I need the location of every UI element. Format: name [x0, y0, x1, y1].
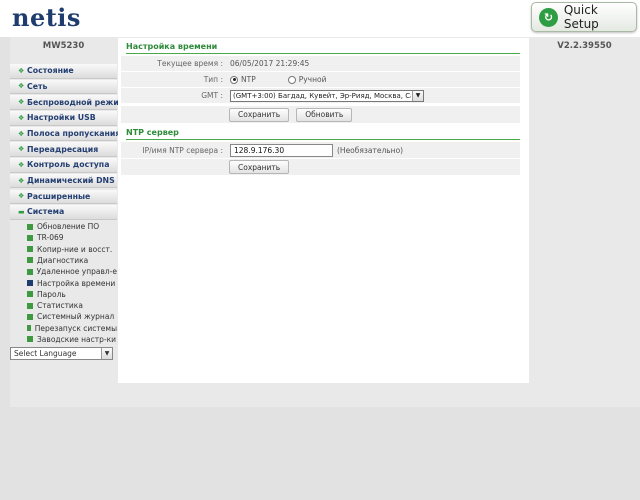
plus-icon: ❖: [18, 145, 25, 154]
subitem-statistics[interactable]: Статистика: [10, 300, 117, 311]
bullet-icon: [27, 291, 33, 298]
chevron-down-icon: ▼: [412, 90, 423, 101]
sidebar-item-status[interactable]: ❖ Состояние: [10, 64, 117, 79]
type-label: Тип :: [203, 75, 223, 84]
plus-icon: ❖: [18, 176, 25, 185]
model-name: MW5230: [42, 41, 85, 51]
plus-icon: ❖: [18, 129, 25, 138]
sidebar-item-system[interactable]: ▬ Система: [10, 205, 117, 220]
sidebar-item-wireless[interactable]: ❖ Беспроводной режим: [10, 95, 125, 110]
current-time-value: 06/05/2017 21:29:45: [230, 59, 310, 68]
plus-icon: ❖: [18, 82, 25, 91]
sidebar-item-network[interactable]: ❖ Сеть: [10, 79, 117, 95]
ntp-server-row: IP/имя NTP сервера : (Необязательно): [121, 142, 520, 159]
firmware-version: V2.2.39550: [557, 41, 612, 51]
current-time-label: Текущее время :: [157, 59, 223, 68]
sidebar: ❖ Состояние ❖ Сеть ❖ Беспроводной режим ❖ На…: [10, 64, 125, 361]
type-manual-radio[interactable]: [287, 75, 296, 84]
ntp-server-label: IP/имя NTP сервера :: [142, 145, 223, 155]
active-bullet-icon: [27, 280, 33, 286]
plus-icon: ❖: [18, 192, 25, 201]
gmt-label: GMT :: [201, 91, 223, 100]
subitem-factory-defaults[interactable]: Заводские настр-ки: [10, 334, 117, 345]
time-save-button[interactable]: Сохранить: [229, 107, 290, 122]
bullet-icon: [27, 325, 31, 332]
subitem-password[interactable]: Пароль: [10, 289, 117, 300]
sidebar-item-forwarding[interactable]: ❖ Переадресация: [10, 142, 117, 157]
top-bar: netis ↻ Quick Setup: [0, 0, 640, 37]
bullet-icon: [27, 257, 33, 264]
plus-icon: ❖: [18, 98, 25, 107]
type-ntp-label: NTP: [241, 75, 256, 84]
subitem-diagnostics[interactable]: Диагностика: [10, 255, 117, 266]
time-buttons-row: Сохранить Обновить: [121, 106, 520, 124]
chevron-down-icon: ▼: [101, 348, 112, 360]
bullet-icon: [27, 234, 33, 241]
subitem-tr069[interactable]: TR-069: [10, 232, 117, 243]
current-time-row: Текущее время : 06/05/2017 21:29:45: [121, 56, 520, 72]
subitem-time-settings[interactable]: Настройка времени: [10, 277, 117, 288]
gmt-row: GMT : (GMT+3:00) Багдад, Кувейт, Эр-Рияд…: [121, 88, 520, 104]
subitem-remote-management[interactable]: Удаленное управл-е: [10, 266, 117, 277]
type-row: Тип : NTP Ручной: [121, 72, 520, 88]
gmt-select[interactable]: (GMT+3:00) Багдад, Кувейт, Эр-Рияд, Моск…: [230, 89, 424, 102]
ntp-server-title: NTP сервер: [126, 126, 520, 140]
refresh-arrow-icon: ↻: [539, 7, 558, 27]
quick-setup-label: Quick Setup: [563, 3, 599, 31]
sidebar-item-ddns[interactable]: ❖ Динамический DNS: [10, 173, 117, 189]
sidebar-item-advanced[interactable]: ❖ Расширенные: [10, 189, 117, 204]
ntp-save-button[interactable]: Сохранить: [229, 160, 290, 174]
netis-logo: netis: [12, 3, 81, 32]
plus-icon: ❖: [18, 66, 25, 75]
subitem-reboot[interactable]: Перезапуск системы: [10, 323, 117, 334]
subitem-firmware-upgrade[interactable]: Обновление ПО: [10, 221, 117, 232]
time-refresh-button[interactable]: Обновить: [296, 107, 353, 122]
sidebar-item-bandwidth[interactable]: ❖ Полоса пропускания: [10, 126, 120, 142]
type-ntp-radio[interactable]: [230, 75, 238, 84]
language-select[interactable]: Select Language ▼: [10, 347, 113, 361]
bullet-icon: [27, 336, 33, 343]
sidebar-item-access-control[interactable]: ❖ Контроль доступа: [10, 158, 117, 173]
type-manual-label: Ручной: [298, 75, 327, 84]
bullet-icon: [27, 223, 33, 230]
ntp-buttons-row: Сохранить: [121, 159, 520, 176]
plus-icon: ❖: [18, 160, 25, 169]
ntp-server-input[interactable]: [230, 143, 333, 157]
time-settings-title: Настройка времени: [126, 40, 520, 54]
bullet-icon: [27, 302, 33, 309]
subitem-system-log[interactable]: Системный журнал: [10, 311, 117, 322]
subitem-backup-restore[interactable]: Копир-ние и восст.: [10, 243, 117, 254]
sidebar-item-usb[interactable]: ❖ Настройки USB: [10, 111, 117, 126]
minus-icon: ▬: [18, 207, 25, 216]
bullet-icon: [27, 268, 33, 275]
quick-setup-button[interactable]: ↻ Quick Setup: [531, 2, 637, 32]
content-area: Настройка времени Текущее время : 06/05/…: [118, 38, 529, 383]
optional-note: (Необязательно): [337, 145, 404, 155]
bullet-icon: [27, 313, 33, 320]
bullet-icon: [27, 246, 33, 253]
plus-icon: ❖: [18, 113, 25, 122]
